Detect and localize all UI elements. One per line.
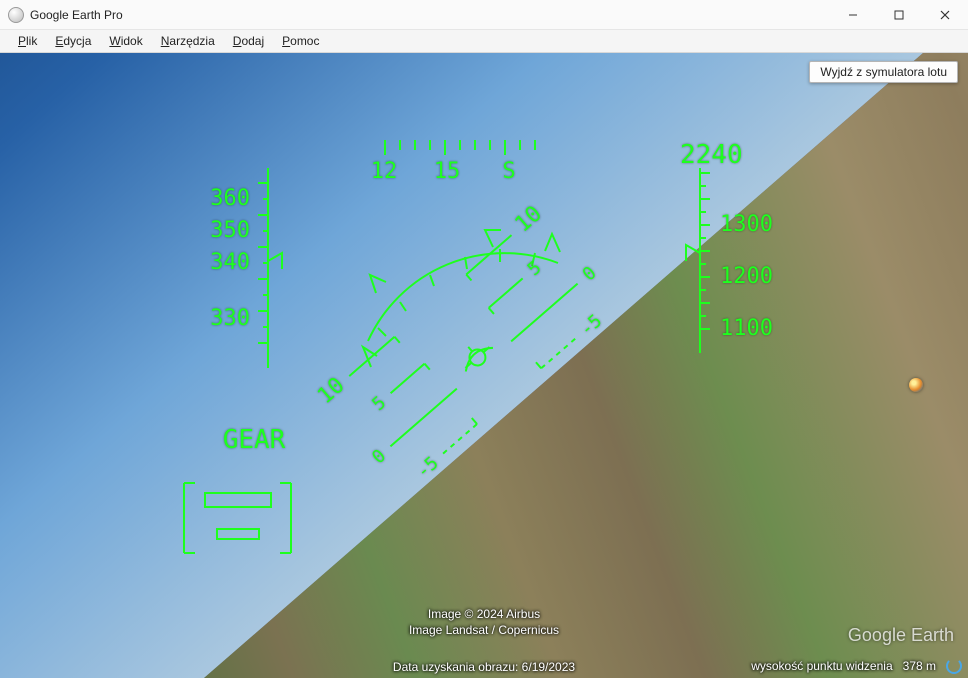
viewport-3d[interactable]: 12 15 S [0, 53, 968, 678]
exit-flight-sim-button[interactable]: Wyjdź z symulatora lotu [809, 61, 958, 83]
minimize-button[interactable] [830, 0, 876, 30]
google-earth-icon [8, 7, 24, 23]
maximize-button[interactable] [876, 0, 922, 30]
imagery-credits: Image © 2024 Airbus Image Landsat / Cope… [409, 606, 559, 638]
credit-line: Image © 2024 Airbus [409, 606, 559, 622]
menu-add[interactable]: Dodaj [225, 32, 272, 50]
eye-alt-label: wysokość punktu widzenia [751, 659, 892, 673]
eye-alt-value: 378 m [903, 659, 936, 673]
titlebar: Google Earth Pro [0, 0, 968, 30]
menu-edit[interactable]: Edycja [47, 32, 99, 50]
window-title: Google Earth Pro [30, 8, 123, 22]
imagery-date: Data uzyskania obrazu: 6/19/2023 [393, 660, 575, 674]
menu-help[interactable]: Pomoc [274, 32, 327, 50]
menubar: Plik Edycja Widok Narzędzia Dodaj Pomoc [0, 30, 968, 53]
loading-spinner-icon [946, 658, 962, 674]
status-bar-right: wysokość punktu widzenia 378 m [751, 658, 962, 674]
google-earth-watermark: Google Earth [848, 625, 954, 646]
menu-file[interactable]: Plik [10, 32, 45, 50]
close-button[interactable] [922, 0, 968, 30]
menu-tools[interactable]: Narzędzia [153, 32, 223, 50]
menu-view[interactable]: Widok [101, 32, 150, 50]
poi-marker-icon [909, 378, 923, 392]
credit-line: Image Landsat / Copernicus [409, 622, 559, 638]
